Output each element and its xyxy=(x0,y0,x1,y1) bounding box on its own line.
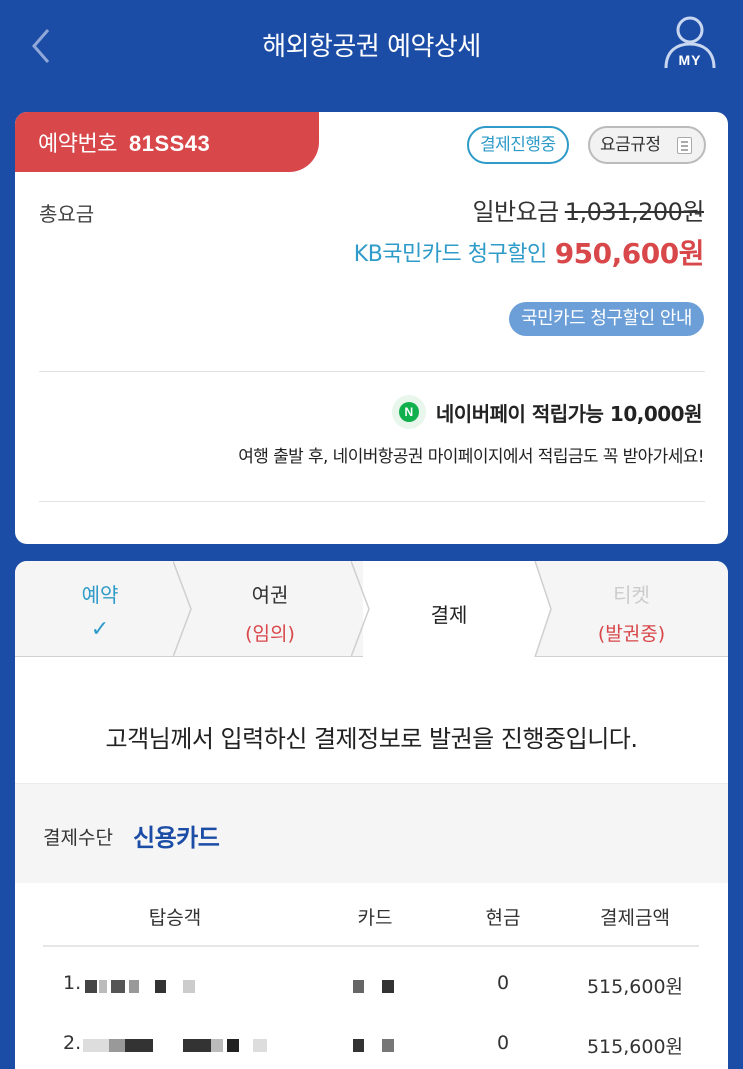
col-header-cash: 현금 xyxy=(485,907,521,929)
my-page-button[interactable]: MY xyxy=(660,14,720,72)
cash-amount: 0 xyxy=(496,972,510,994)
status-badge: 결제진행중 xyxy=(467,126,569,164)
regular-fare-label: 일반요금 xyxy=(472,198,559,226)
table-row: 1. 0 515,600원 xyxy=(15,964,728,1004)
issuance-notice: 고객님께서 입력하신 결제정보로 발권을 진행중입니다. xyxy=(105,725,638,753)
reservation-summary-card: 예약번호 81SS43 결제진행중 요금규정 총요금 일반요금 1,031,200원… xyxy=(15,112,728,544)
total-fare-label: 총요금 xyxy=(39,202,95,226)
reservation-number-label: 예약번호 xyxy=(38,132,117,157)
step-passport: 여권 (임의) xyxy=(185,561,355,657)
passenger-index: 1. xyxy=(63,972,82,994)
step-label: 예약 xyxy=(81,583,119,607)
step-sub-label: (임의) xyxy=(245,623,295,645)
step-sub-label: (발권중) xyxy=(597,623,666,645)
progress-steps: 예약 ✓ 여권 (임의) 결제 티켓 (발권중) xyxy=(15,561,728,657)
table-row: 2. 0 515,600원 xyxy=(15,1024,728,1064)
fare-rule-label: 요금규정 xyxy=(600,135,661,155)
document-icon xyxy=(677,137,692,154)
my-label: MY xyxy=(678,52,702,68)
col-header-amount: 결제금액 xyxy=(600,907,670,929)
payment-method-label: 결제수단 xyxy=(43,827,113,849)
reservation-number-box: 예약번호 81SS43 xyxy=(15,112,319,172)
npay-points-row: N 네이버페이 적립가능 10,000원 xyxy=(391,395,703,429)
regular-fare: 일반요금 1,031,200원 xyxy=(472,192,704,227)
page-title: 해외항공권 예약상세 xyxy=(262,32,481,62)
step-divider-icon xyxy=(523,561,552,657)
card-discount-guide-button[interactable]: 국민카드 청구할인 안내 xyxy=(508,302,704,336)
payment-amount: 515,600원 xyxy=(586,1036,684,1058)
col-header-passenger: 탑승객 xyxy=(148,907,202,929)
step-reservation: 예약 ✓ xyxy=(15,561,185,657)
step-ticket: 티켓 (발권중) xyxy=(535,561,728,657)
discount-fare: KB국민카드 청구할인 950,600원 xyxy=(353,232,705,272)
passenger-index: 2. xyxy=(63,1032,82,1054)
step-divider-icon xyxy=(173,561,192,657)
payment-method-value: 신용카드 xyxy=(133,824,220,852)
check-icon: ✓ xyxy=(90,617,110,642)
discount-label: KB국민카드 청구할인 xyxy=(353,242,547,267)
reservation-detail-card: 예약 ✓ 여권 (임의) 결제 티켓 (발권중) 고객님께서 입력하신 결제정보… xyxy=(15,561,728,1069)
step-payment: 결제 xyxy=(363,561,535,657)
payment-amount: 515,600원 xyxy=(586,976,684,998)
divider xyxy=(39,501,705,502)
reservation-number: 81SS43 xyxy=(128,131,211,156)
discount-price: 950,600원 xyxy=(554,237,705,270)
npay-points-text: 네이버페이 적립가능 10,000원 xyxy=(435,401,703,426)
app-header: 해외항공권 예약상세 MY xyxy=(0,0,743,96)
col-header-card: 카드 xyxy=(357,907,393,929)
divider xyxy=(39,371,705,372)
naverpay-icon: N xyxy=(391,395,426,429)
step-label: 티켓 xyxy=(613,583,650,607)
fare-rule-button[interactable]: 요금규정 xyxy=(588,126,706,164)
step-label: 여권 xyxy=(251,583,289,607)
npay-points-note: 여행 출발 후, 네이버항공권 마이페이지에서 적립금도 꼭 받아가세요! xyxy=(238,447,704,467)
payment-method-row: 결제수단 신용카드 xyxy=(15,783,728,883)
step-label: 결제 xyxy=(430,603,468,627)
regular-fare-price: 1,031,200원 xyxy=(564,198,705,226)
cash-amount: 0 xyxy=(496,1032,510,1054)
table-divider xyxy=(43,945,699,947)
step-divider-icon xyxy=(351,561,381,657)
